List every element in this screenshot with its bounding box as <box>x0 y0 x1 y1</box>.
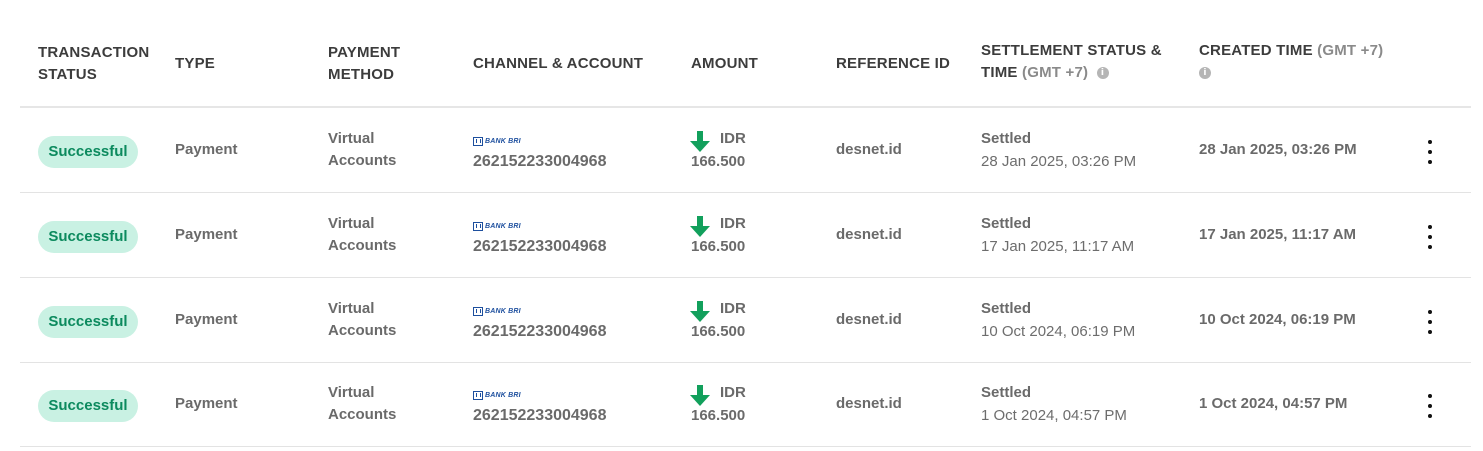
account-number: 262152233004968 <box>473 323 607 340</box>
amount-value: 166.500 <box>691 238 746 255</box>
payment-method-line2: Accounts <box>328 406 397 423</box>
status-badge: Successful <box>38 390 138 422</box>
header-created-time: CREATED TIME (GMT +7) i <box>1199 40 1383 84</box>
type-value: Payment <box>175 311 238 328</box>
header-created-time-label: CREATED TIME <box>1199 42 1313 59</box>
header-amount: AMOUNT <box>691 55 759 72</box>
bank-bri-mark <box>473 221 483 231</box>
payment-method-line1: Virtual <box>328 384 375 401</box>
settlement-status-value: Settled <box>981 300 1032 317</box>
arrow-down-icon <box>690 216 710 237</box>
settlement-time-value: 10 Oct 2024, 06:19 PM <box>981 323 1136 340</box>
created-time-value: 1 Oct 2024, 04:57 PM <box>1199 395 1348 412</box>
bank-bri-logo-text: BANK BRI <box>485 307 521 315</box>
bank-bri-logo-text: BANK BRI <box>485 137 521 145</box>
table-row[interactable]: Successful Payment Virtual Accounts BANK… <box>20 279 1471 363</box>
header-transaction-status: TRANSACTION STATUS <box>38 42 149 86</box>
header-type: TYPE <box>175 55 215 72</box>
bank-bri-mark <box>473 390 483 400</box>
settlement-time-value: 28 Jan 2025, 03:26 PM <box>981 153 1137 170</box>
header-reference-id: REFERENCE ID <box>836 55 951 72</box>
header-settlement-line1: SETTLEMENT STATUS & <box>981 42 1162 59</box>
header-payment-method-line1: PAYMENT <box>328 44 401 61</box>
bank-bri-mark <box>473 136 483 146</box>
status-badge: Successful <box>38 221 138 253</box>
created-time-value: 17 Jan 2025, 11:17 AM <box>1199 226 1357 243</box>
table-row[interactable]: Successful Payment Virtual Accounts BANK… <box>20 109 1471 193</box>
bank-bri-logo: BANK BRI <box>473 306 521 316</box>
status-badge: Successful <box>38 306 138 338</box>
kebab-menu-icon[interactable] <box>1420 394 1440 418</box>
amount-currency: IDR <box>720 215 746 232</box>
amount-currency: IDR <box>720 384 746 401</box>
table-row[interactable]: Successful Payment Virtual Accounts BANK… <box>20 194 1471 278</box>
settlement-status-value: Settled <box>981 130 1032 147</box>
reference-id-value: desnet.id <box>836 226 902 243</box>
amount-currency: IDR <box>720 300 746 317</box>
header-transaction-status-line2: STATUS <box>38 66 97 83</box>
bank-bri-logo-text: BANK BRI <box>485 222 521 230</box>
created-time-value: 28 Jan 2025, 03:26 PM <box>1199 141 1357 158</box>
amount-value: 166.500 <box>691 153 746 170</box>
header-created-line1: CREATED TIME (GMT +7) <box>1199 40 1383 62</box>
reference-id-value: desnet.id <box>836 311 902 328</box>
kebab-menu-icon[interactable] <box>1420 140 1440 164</box>
header-payment-method: PAYMENT METHOD <box>328 42 400 86</box>
payment-method-line2: Accounts <box>328 237 397 254</box>
header-transaction-status-line1: TRANSACTION <box>38 44 150 61</box>
bank-bri-mark <box>473 306 483 316</box>
table-row[interactable]: Successful Payment Virtual Accounts BANK… <box>20 363 1471 447</box>
account-number: 262152233004968 <box>473 407 607 424</box>
payment-method-value: Virtual Accounts <box>328 382 396 426</box>
info-icon[interactable]: i <box>1096 67 1109 80</box>
header-channel-account: CHANNEL & ACCOUNT <box>473 55 644 72</box>
header-settlement-status: SETTLEMENT STATUS & TIME (GMT +7) i <box>981 40 1162 84</box>
header-settlement-gmt: (GMT +7) <box>1022 64 1089 81</box>
amount-value: 166.500 <box>691 407 746 424</box>
header-created-gmt: (GMT +7) <box>1317 42 1384 59</box>
settlement-time-value: 17 Jan 2025, 11:17 AM <box>981 238 1135 255</box>
type-value: Payment <box>175 395 238 412</box>
payment-method-value: Virtual Accounts <box>328 213 396 257</box>
kebab-menu-icon[interactable] <box>1420 225 1440 249</box>
settlement-status-value: Settled <box>981 384 1032 401</box>
header-payment-method-line2: METHOD <box>328 66 395 83</box>
reference-id-value: desnet.id <box>836 395 902 412</box>
created-time-value: 10 Oct 2024, 06:19 PM <box>1199 311 1356 328</box>
status-badge: Successful <box>38 136 138 168</box>
bank-bri-logo: BANK BRI <box>473 136 521 146</box>
reference-id-value: desnet.id <box>836 141 902 158</box>
header-settlement-line2: TIME (GMT +7) i <box>981 62 1162 84</box>
payment-method-value: Virtual Accounts <box>328 298 396 342</box>
arrow-down-icon <box>690 385 710 406</box>
type-value: Payment <box>175 141 238 158</box>
arrow-down-icon <box>690 131 710 152</box>
kebab-menu-icon[interactable] <box>1420 310 1440 334</box>
table-header: TRANSACTION STATUS TYPE PAYMENT METHOD C… <box>20 0 1471 108</box>
info-icon[interactable]: i <box>1199 67 1211 80</box>
arrow-down-icon <box>690 301 710 322</box>
bank-bri-logo-text: BANK BRI <box>485 391 521 399</box>
account-number: 262152233004968 <box>473 153 607 170</box>
amount-currency: IDR <box>720 130 746 147</box>
bank-bri-logo: BANK BRI <box>473 390 521 400</box>
header-created-line2: i <box>1199 62 1383 84</box>
settlement-status-value: Settled <box>981 215 1032 232</box>
account-number: 262152233004968 <box>473 238 607 255</box>
payment-method-line1: Virtual <box>328 130 375 147</box>
payment-method-line1: Virtual <box>328 300 375 317</box>
type-value: Payment <box>175 226 238 243</box>
settlement-time-value: 1 Oct 2024, 04:57 PM <box>981 407 1127 424</box>
payment-method-line2: Accounts <box>328 152 397 169</box>
header-settlement-time-label: TIME <box>981 64 1018 81</box>
amount-value: 166.500 <box>691 323 746 340</box>
payment-method-value: Virtual Accounts <box>328 128 396 172</box>
bank-bri-logo: BANK BRI <box>473 221 521 231</box>
payment-method-line2: Accounts <box>328 322 397 339</box>
payment-method-line1: Virtual <box>328 215 375 232</box>
